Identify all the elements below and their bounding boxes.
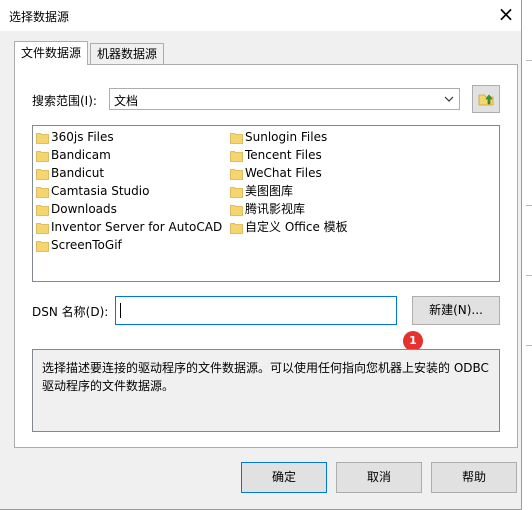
folder-name: Bandicut <box>51 166 105 180</box>
folder-icon <box>230 149 243 162</box>
folder-item[interactable]: 360js Files <box>35 128 222 146</box>
search-scope-label: 搜索范围(I): <box>32 94 97 108</box>
search-scope-combobox[interactable]: 文档 <box>109 88 460 110</box>
annotation-badge: 1 <box>403 331 423 351</box>
folder-item[interactable]: Sunlogin Files <box>229 128 348 146</box>
folder-item[interactable]: Bandicut <box>35 164 222 182</box>
folder-item[interactable]: 腾讯影视库 <box>229 200 348 218</box>
ok-button[interactable]: 确定 <box>241 462 327 493</box>
up-one-level-button[interactable] <box>472 85 500 113</box>
folder-item[interactable]: WeChat Files <box>229 164 348 182</box>
folder-icon <box>36 167 49 180</box>
search-scope-value: 文档 <box>114 94 139 108</box>
chevron-down-icon <box>444 96 454 102</box>
folder-item[interactable]: Downloads <box>35 200 222 218</box>
folder-name: 美图图库 <box>245 184 294 198</box>
folder-name: Tencent Files <box>245 148 322 162</box>
tab-label: 文件数据源 <box>21 46 82 60</box>
folder-name: ScreenToGif <box>51 238 122 252</box>
folder-item[interactable]: Tencent Files <box>229 146 348 164</box>
help-button[interactable]: 帮助 <box>431 462 517 493</box>
tab-label: 机器数据源 <box>97 47 158 61</box>
folder-icon <box>36 221 49 234</box>
tab-machine-data-source[interactable]: 机器数据源 <box>90 43 165 64</box>
folder-item[interactable]: 自定义 Office 模板 <box>229 218 348 236</box>
title-bar: 选择数据源 × <box>0 0 521 31</box>
folder-item[interactable]: Bandicam <box>35 146 222 164</box>
file-list[interactable]: 360js Files Bandicam Bandicut Camtasia S… <box>32 125 500 282</box>
folder-icon <box>36 149 49 162</box>
description-text: 选择描述要连接的驱动程序的文件数据源。可以使用任何指向您机器上安装的 ODBC … <box>42 361 489 393</box>
folder-name: Camtasia Studio <box>51 184 150 198</box>
folder-name: Downloads <box>51 202 117 216</box>
file-list-column-right: Sunlogin Files Tencent Files WeChat File… <box>229 128 348 236</box>
folder-icon <box>230 185 243 198</box>
cancel-button[interactable]: 取消 <box>336 462 422 493</box>
folder-name: 自定义 Office 模板 <box>245 220 348 234</box>
folder-name: Inventor Server for AutoCAD <box>51 220 223 234</box>
folder-name: Bandicam <box>51 148 111 162</box>
dsn-name-input[interactable] <box>115 296 397 325</box>
window-title: 选择数据源 <box>9 10 70 24</box>
background-edge-line <box>526 205 532 206</box>
folder-up-icon <box>478 94 494 106</box>
background-edge-line <box>526 275 532 276</box>
description-box: 选择描述要连接的驱动程序的文件数据源。可以使用任何指向您机器上安装的 ODBC … <box>32 349 500 432</box>
folder-name: Sunlogin Files <box>245 130 328 144</box>
folder-item[interactable]: 美图图库 <box>229 182 348 200</box>
folder-item[interactable]: Camtasia Studio <box>35 182 222 200</box>
new-button[interactable]: 新建(N)... <box>412 296 500 325</box>
folder-icon <box>230 131 243 144</box>
tab-file-data-source[interactable]: 文件数据源 <box>14 41 89 65</box>
folder-icon <box>36 203 49 216</box>
text-caret <box>120 303 121 318</box>
folder-name: 腾讯影视库 <box>245 202 306 216</box>
folder-icon <box>36 185 49 198</box>
select-data-source-dialog: 选择数据源 × 文件数据源 机器数据源 搜索范围(I): 文档 360js Fi… <box>0 0 522 510</box>
folder-item[interactable]: Inventor Server for AutoCAD <box>35 218 222 236</box>
folder-name: WeChat Files <box>245 166 322 180</box>
close-icon[interactable]: × <box>491 0 521 31</box>
folder-item[interactable]: ScreenToGif <box>35 236 222 254</box>
file-list-column-left: 360js Files Bandicam Bandicut Camtasia S… <box>35 128 222 254</box>
background-edge-line <box>526 60 532 61</box>
folder-icon <box>230 203 243 216</box>
dsn-name-label: DSN 名称(D): <box>32 305 109 319</box>
folder-icon <box>36 131 49 144</box>
folder-icon <box>230 167 243 180</box>
folder-icon <box>230 221 243 234</box>
folder-name: 360js Files <box>51 130 114 144</box>
background-edge-line <box>526 345 532 346</box>
folder-icon <box>36 239 49 252</box>
